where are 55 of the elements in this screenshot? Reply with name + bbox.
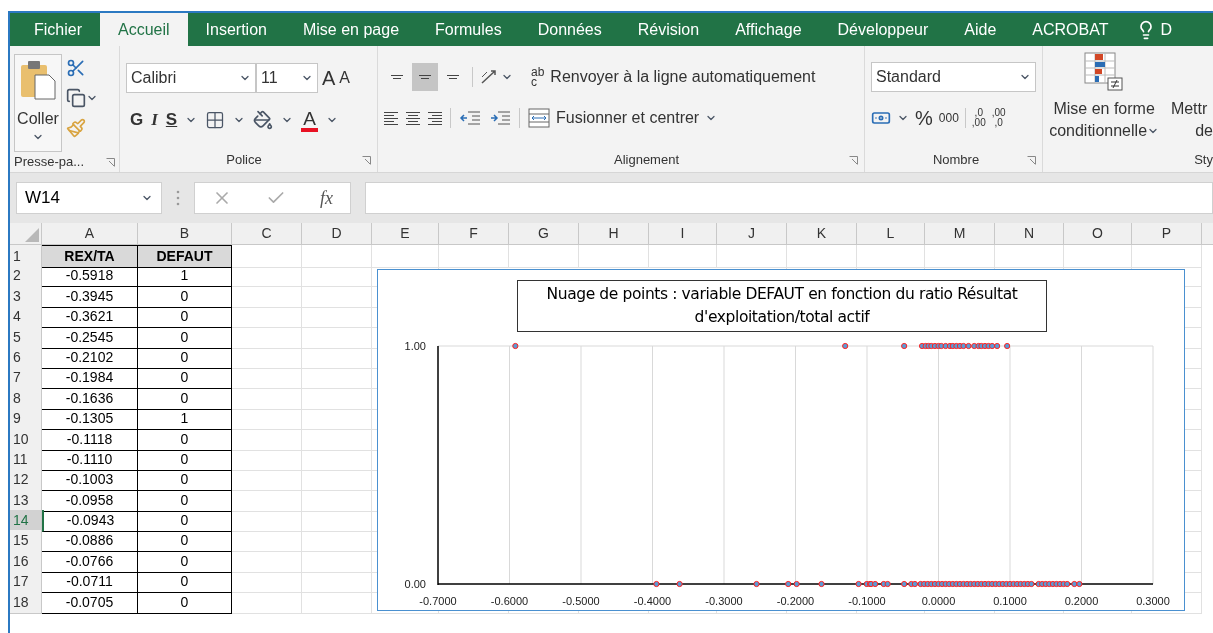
table-cell: -0.1636: [42, 387, 138, 410]
x-tick-label: -0.6000: [490, 595, 529, 607]
table-cell: -0.0705: [42, 591, 138, 614]
table-cell: 0: [138, 367, 232, 390]
table-cell: 0: [138, 326, 232, 349]
x-tick-label: -0.3000: [705, 595, 743, 607]
table-cell: 0: [138, 387, 232, 410]
y-tick-label: 1.00: [404, 340, 426, 352]
group-label: Presse-pa...: [14, 153, 85, 172]
table-cell: -0.1118: [42, 428, 138, 451]
group-label: Alignement: [613, 151, 679, 170]
table-cell: 0: [138, 550, 232, 573]
chart-title: Nuage de points : variable DEFAUT en fonction du ratio Résultat d'exploitation/total actif: [545, 284, 1019, 328]
x-tick-label: -0.1000: [848, 595, 886, 607]
table-cell: -0.2545: [42, 326, 138, 349]
table-cell: -0.1003: [42, 469, 138, 492]
table-cell: -0.2102: [42, 346, 138, 369]
x-tick-label: -0.7000: [419, 595, 457, 607]
group-label: Nombre: [932, 151, 980, 170]
table-cell: -0.1305: [42, 408, 138, 431]
table-cell: 0: [138, 591, 232, 614]
x-tick-label: -0.5000: [562, 595, 600, 607]
table-cell: 0: [138, 428, 232, 451]
group-label: Police: [226, 151, 262, 170]
table-cell: -0.0766: [42, 550, 138, 573]
table-cell: DEFAUT: [138, 245, 232, 268]
x-tick-label: -0.4000: [633, 595, 672, 607]
table-cell: 1: [138, 265, 232, 288]
table-cell: 0: [138, 346, 232, 369]
table-cell: -0.0886: [42, 530, 138, 553]
table-cell: 0: [138, 530, 232, 553]
group-label: Sty: [1194, 151, 1213, 170]
x-tick-label: 0.0000: [921, 595, 956, 607]
table-cell: -0.0943: [42, 510, 138, 533]
table-cell: -0.0958: [42, 489, 138, 512]
x-tick-label: -0.2000: [776, 595, 815, 607]
table-cell: -0.1110: [42, 448, 138, 471]
table-cell: 1: [138, 408, 232, 431]
table-cell: -0.1984: [42, 367, 138, 390]
table-cell: 0: [138, 571, 232, 594]
table-cell: REX/TA: [42, 245, 138, 268]
table-cell: 0: [138, 285, 232, 308]
y-tick-label: 0.00: [404, 578, 426, 590]
x-tick-label: 0.2000: [1064, 595, 1099, 607]
table-cell: -0.3945: [42, 285, 138, 308]
table-cell: -0.5918: [42, 265, 138, 288]
table-cell: 0: [138, 448, 232, 471]
table-cell: -0.3621: [42, 306, 138, 329]
table-cell: 0: [138, 306, 232, 329]
x-tick-label: 0.3000: [1136, 595, 1170, 607]
table-cell: 0: [138, 469, 232, 492]
x-tick-label: 0.1000: [993, 595, 1027, 607]
table-cell: 0: [138, 489, 232, 512]
table-cell: -0.0711: [42, 571, 138, 594]
table-cell: 0: [138, 510, 232, 533]
